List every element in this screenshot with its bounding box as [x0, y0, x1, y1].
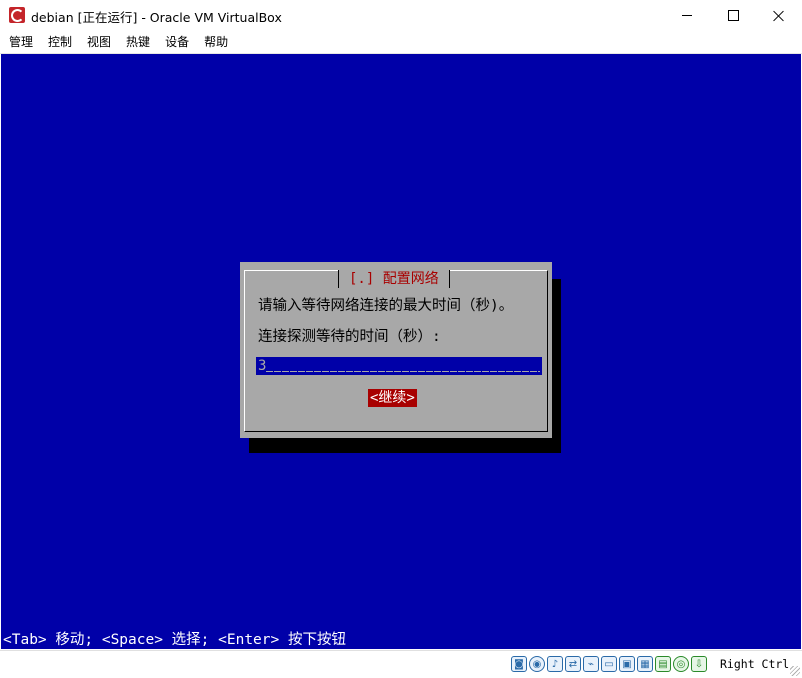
maximize-button[interactable] [710, 0, 756, 31]
recording-icon[interactable]: ▤ [655, 656, 671, 672]
menu-bar: 管理 控制 视图 热键 设备 帮助 [0, 31, 802, 54]
network-icon[interactable]: ⇄ [565, 656, 581, 672]
window-title: debian [正在运行] - Oracle VM VirtualBox [31, 10, 282, 25]
audio-icon[interactable]: ♪ [547, 656, 563, 672]
maximize-icon [727, 10, 739, 21]
host-key-label: Right Ctrl [720, 657, 790, 671]
usb-icon[interactable]: ⌁ [583, 656, 599, 672]
dialog-title: [.] 配置网络 [338, 270, 450, 288]
menu-manage[interactable]: 管理 [0, 31, 40, 53]
shared-folder-icon[interactable]: ▭ [601, 656, 617, 672]
optical-drive-icon[interactable]: ◉ [529, 656, 545, 672]
virtualbox-app-icon [9, 7, 25, 23]
hard-disk-icon[interactable]: ◙ [511, 656, 527, 672]
status-bar: ◙ ◉ ♪ ⇄ ⌁ ▭ ▣ ▦ ▤ ◎ ⇩ Right Ctrl [0, 650, 802, 678]
timeout-input[interactable]: 3 [256, 357, 542, 375]
menu-devices[interactable]: 设备 [157, 31, 196, 53]
guest-additions-icon[interactable]: ◎ [673, 656, 689, 672]
video-capture-icon[interactable]: ▦ [637, 656, 653, 672]
menu-view[interactable]: 视图 [79, 31, 118, 53]
keyboard-hint: <Tab> 移动; <Space> 选择; <Enter> 按下按钮 [3, 632, 346, 648]
dialog-field-label: 连接探测等待的时间（秒）: [258, 329, 441, 345]
menu-help[interactable]: 帮助 [196, 31, 235, 53]
vm-display[interactable]: [.] 配置网络 请输入等待网络连接的最大时间（秒)。 连接探测等待的时间（秒）… [1, 54, 801, 649]
menu-hotkeys[interactable]: 热键 [118, 31, 157, 53]
resize-grip-icon[interactable] [790, 666, 800, 676]
minimize-button[interactable] [664, 0, 710, 31]
title-bar: debian [正在运行] - Oracle VM VirtualBox [0, 0, 802, 32]
configure-network-dialog: [.] 配置网络 请输入等待网络连接的最大时间（秒)。 连接探测等待的时间（秒）… [240, 262, 552, 438]
dialog-prompt-text: 请输入等待网络连接的最大时间（秒)。 [258, 298, 514, 314]
mouse-integration-icon[interactable]: ⇩ [691, 656, 707, 672]
display-icon[interactable]: ▣ [619, 656, 635, 672]
close-icon [773, 10, 785, 22]
menu-control[interactable]: 控制 [40, 31, 79, 53]
minimize-icon [682, 15, 692, 16]
input-underline [266, 371, 540, 372]
close-button[interactable] [756, 0, 802, 31]
continue-button[interactable]: <继续> [368, 389, 417, 407]
